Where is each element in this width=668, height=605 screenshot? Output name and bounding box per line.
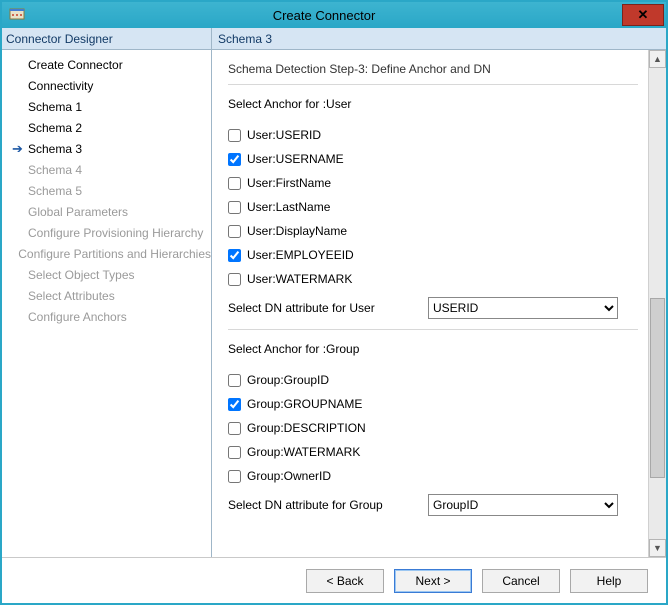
- user-dn-row: Select DN attribute for User USERID: [228, 297, 638, 319]
- anchor-checkbox-label: Group:OwnerID: [247, 469, 331, 483]
- nav-item-label: Schema 3: [28, 142, 82, 156]
- anchor-checkbox-row: User:FirstName: [228, 171, 638, 195]
- anchor-checkbox-row: Group:WATERMARK: [228, 440, 638, 464]
- nav-item-label: Configure Provisioning Hierarchy: [28, 226, 203, 240]
- nav-item-select-object-types[interactable]: Select Object Types: [2, 264, 211, 285]
- user-dn-select[interactable]: USERID: [428, 297, 618, 319]
- step-title: Schema Detection Step-3: Define Anchor a…: [228, 62, 638, 76]
- close-icon: ✕: [638, 7, 649, 23]
- body-main: Create Connector Connectivity Schema 1 Sche…: [2, 50, 666, 557]
- anchor-checkbox-label: Group:GroupID: [247, 373, 329, 387]
- anchor-checkbox[interactable]: [228, 273, 241, 286]
- nav-current-arrow-icon: ➔: [12, 142, 28, 155]
- anchor-checkbox-label: Group:GROUPNAME: [247, 397, 362, 411]
- nav-item-label: Schema 2: [28, 121, 82, 135]
- group-anchor-heading: Select Anchor for :Group: [228, 342, 638, 356]
- group-dn-select[interactable]: GroupID: [428, 494, 618, 516]
- anchor-checkbox-row: User:WATERMARK: [228, 267, 638, 291]
- app-icon: [8, 6, 26, 24]
- title-bar: Create Connector ✕: [2, 2, 666, 28]
- scroll-thumb[interactable]: [650, 298, 665, 478]
- anchor-checkbox-label: User:USERID: [247, 128, 321, 142]
- close-button[interactable]: ✕: [622, 4, 664, 26]
- nav-item-label: Select Attributes: [28, 289, 115, 303]
- scroll-down-button[interactable]: ▼: [649, 539, 666, 557]
- anchor-checkbox-row: User:EMPLOYEEID: [228, 243, 638, 267]
- pane-header: Connector Designer Schema 3: [2, 28, 666, 50]
- anchor-checkbox[interactable]: [228, 201, 241, 214]
- content-header: Schema 3: [212, 28, 666, 49]
- divider: [228, 329, 638, 330]
- anchor-checkbox-row: User:DisplayName: [228, 219, 638, 243]
- anchor-checkbox-row: Group:GroupID: [228, 368, 638, 392]
- anchor-checkbox-label: User:WATERMARK: [247, 272, 352, 286]
- nav-item-label: Connectivity: [28, 79, 93, 93]
- anchor-checkbox[interactable]: [228, 422, 241, 435]
- nav-item-label: Schema 5: [28, 184, 82, 198]
- anchor-checkbox-label: Group:WATERMARK: [247, 445, 360, 459]
- anchor-checkbox-row: User:USERNAME: [228, 147, 638, 171]
- content-panel: Schema Detection Step-3: Define Anchor a…: [212, 50, 648, 557]
- dialog-window: Create Connector ✕ Connector Designer Sc…: [0, 0, 668, 605]
- anchor-checkbox-label: User:DisplayName: [247, 224, 347, 238]
- scroll-up-button[interactable]: ▲: [649, 50, 666, 68]
- nav-item-schema-3[interactable]: ➔Schema 3: [2, 138, 211, 159]
- nav-item-label: Schema 4: [28, 163, 82, 177]
- nav-item-schema-2[interactable]: Schema 2: [2, 117, 211, 138]
- nav-item-configure-partitions-and-hierarchies[interactable]: Configure Partitions and Hierarchies: [2, 243, 211, 264]
- nav-item-configure-provisioning-hierarchy[interactable]: Configure Provisioning Hierarchy: [2, 222, 211, 243]
- anchor-checkbox[interactable]: [228, 225, 241, 238]
- back-button[interactable]: < Back: [306, 569, 384, 593]
- sidebar-header: Connector Designer: [2, 28, 212, 49]
- anchor-checkbox[interactable]: [228, 374, 241, 387]
- anchor-checkbox-label: User:EMPLOYEEID: [247, 248, 354, 262]
- nav-item-label: Configure Anchors: [28, 310, 127, 324]
- anchor-checkbox[interactable]: [228, 177, 241, 190]
- anchor-checkbox-row: User:USERID: [228, 123, 638, 147]
- anchor-checkbox-label: User:FirstName: [247, 176, 331, 190]
- vertical-scrollbar[interactable]: ▲ ▼: [648, 50, 666, 557]
- content-wrap: Schema Detection Step-3: Define Anchor a…: [212, 50, 666, 557]
- anchor-checkbox-label: Group:DESCRIPTION: [247, 421, 366, 435]
- nav-item-label: Schema 1: [28, 100, 82, 114]
- scroll-track[interactable]: [649, 68, 666, 539]
- nav-item-schema-1[interactable]: Schema 1: [2, 96, 211, 117]
- anchor-checkbox[interactable]: [228, 398, 241, 411]
- nav-item-label: Configure Partitions and Hierarchies: [18, 247, 211, 261]
- anchor-checkbox[interactable]: [228, 129, 241, 142]
- button-bar: < Back Next > Cancel Help: [2, 557, 666, 603]
- nav-item-create-connector[interactable]: Create Connector: [2, 54, 211, 75]
- anchor-checkbox[interactable]: [228, 470, 241, 483]
- anchor-checkbox-row: User:LastName: [228, 195, 638, 219]
- nav-item-global-parameters[interactable]: Global Parameters: [2, 201, 211, 222]
- nav-item-label: Global Parameters: [28, 205, 128, 219]
- group-dn-label: Select DN attribute for Group: [228, 498, 428, 512]
- user-anchor-heading: Select Anchor for :User: [228, 97, 638, 111]
- anchor-checkbox[interactable]: [228, 153, 241, 166]
- anchor-checkbox-label: User:USERNAME: [247, 152, 344, 166]
- sidebar: Create Connector Connectivity Schema 1 Sche…: [2, 50, 212, 557]
- nav-item-configure-anchors[interactable]: Configure Anchors: [2, 306, 211, 327]
- window-title: Create Connector: [26, 8, 622, 23]
- nav-item-connectivity[interactable]: Connectivity: [2, 75, 211, 96]
- anchor-checkbox-label: User:LastName: [247, 200, 330, 214]
- anchor-checkbox[interactable]: [228, 249, 241, 262]
- group-dn-row: Select DN attribute for Group GroupID: [228, 494, 638, 516]
- anchor-checkbox-row: Group:GROUPNAME: [228, 392, 638, 416]
- cancel-button[interactable]: Cancel: [482, 569, 560, 593]
- nav-item-schema-5[interactable]: Schema 5: [2, 180, 211, 201]
- nav-item-label: Select Object Types: [28, 268, 135, 282]
- help-button[interactable]: Help: [570, 569, 648, 593]
- nav-item-label: Create Connector: [28, 58, 123, 72]
- divider: [228, 84, 638, 85]
- next-button[interactable]: Next >: [394, 569, 472, 593]
- anchor-checkbox-row: Group:DESCRIPTION: [228, 416, 638, 440]
- anchor-checkbox-row: Group:OwnerID: [228, 464, 638, 488]
- user-dn-label: Select DN attribute for User: [228, 301, 428, 315]
- anchor-checkbox[interactable]: [228, 446, 241, 459]
- nav-item-schema-4[interactable]: Schema 4: [2, 159, 211, 180]
- nav-item-select-attributes[interactable]: Select Attributes: [2, 285, 211, 306]
